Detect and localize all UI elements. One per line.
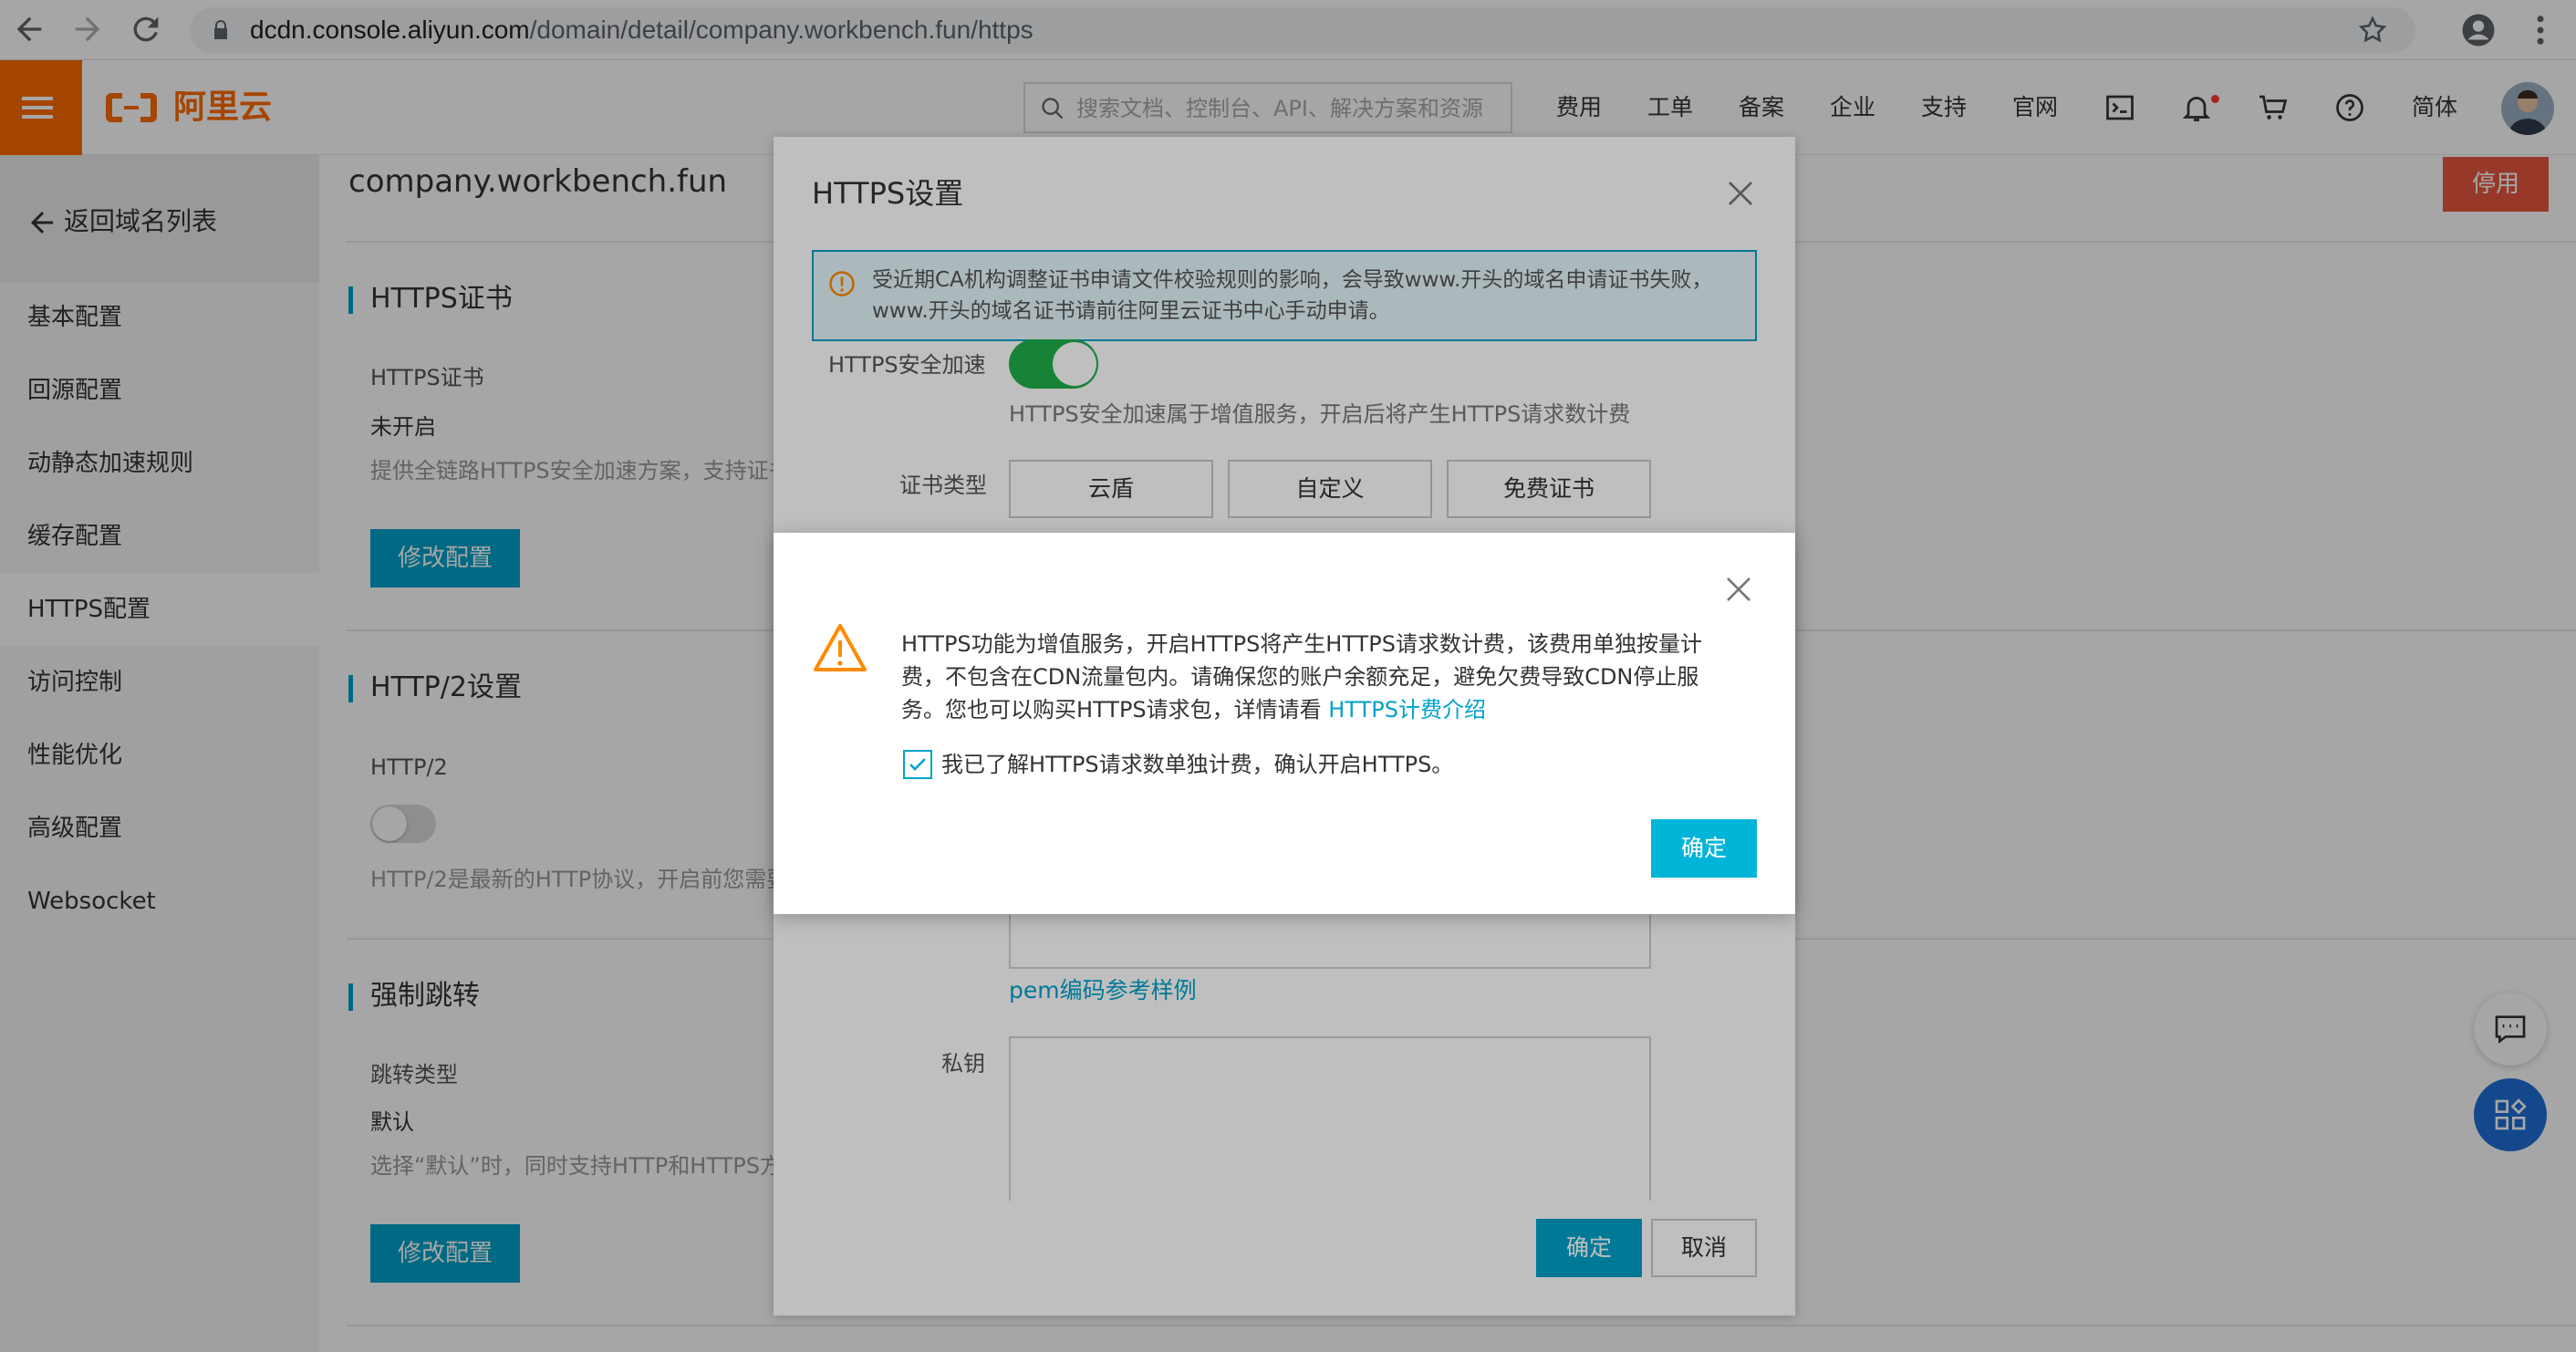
acknowledge-checkbox[interactable] xyxy=(903,750,932,779)
billing-intro-link[interactable]: HTTPS计费介绍 xyxy=(1328,697,1486,723)
confirm-message: HTTPS功能为增值服务，开启HTTPS将产生HTTPS请求数计费，该费用单独按… xyxy=(901,628,1704,726)
warning-icon xyxy=(814,624,867,671)
close-icon[interactable] xyxy=(1722,573,1755,606)
confirm-ok-button[interactable]: 确定 xyxy=(1651,819,1757,878)
acknowledge-label[interactable]: 我已了解HTTPS请求数单独计费，确认开启HTTPS。 xyxy=(941,748,1453,781)
confirm-message-text: HTTPS功能为增值服务，开启HTTPS将产生HTTPS请求数计费，该费用单独按… xyxy=(901,631,1702,723)
check-icon xyxy=(909,758,926,771)
billing-confirm-dialog: HTTPS功能为增值服务，开启HTTPS将产生HTTPS请求数计费，该费用单独按… xyxy=(774,533,1795,914)
